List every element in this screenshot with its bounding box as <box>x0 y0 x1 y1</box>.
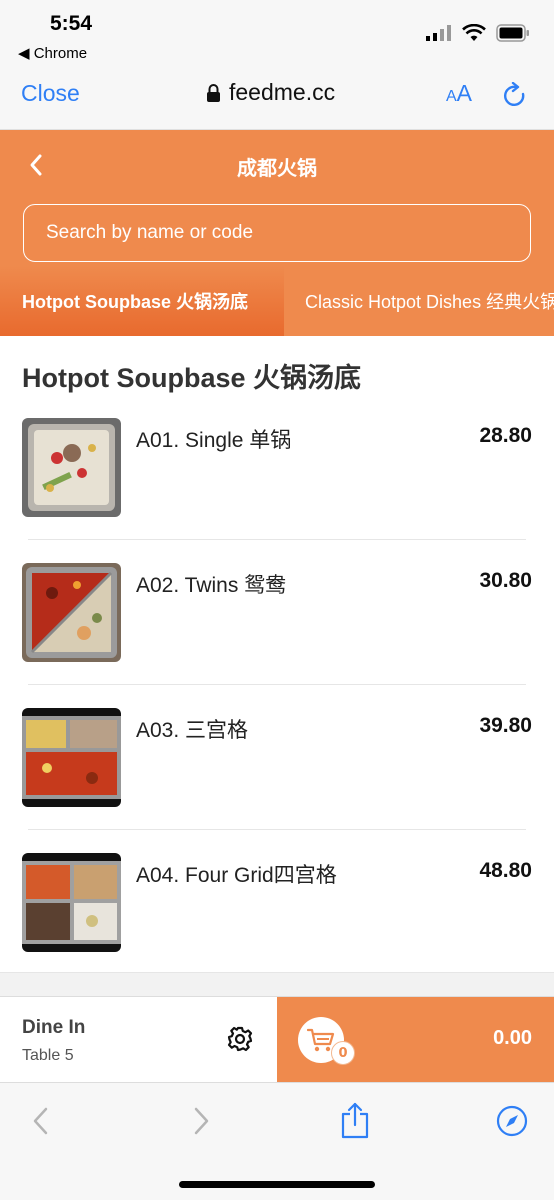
wifi-icon <box>462 24 486 41</box>
item-photo-three-grid-pot <box>22 708 121 807</box>
cart-button[interactable]: 0 0.00 <box>277 997 554 1083</box>
item-price: 39.80 <box>479 714 532 737</box>
cart-count-badge: 0 <box>331 1041 355 1065</box>
item-name: A01. Single 单锅 <box>136 429 292 452</box>
item-price: 48.80 <box>479 859 532 882</box>
order-bar: Dine In Table 5 0 0.00 <box>0 996 554 1083</box>
text-size-small-glyph: A <box>446 88 457 105</box>
category-tabs: Hotpot Soupbase 火锅汤底 Classic Hotpot Dish… <box>0 266 554 336</box>
divider <box>28 539 526 540</box>
cellular-signal-icon <box>426 25 451 41</box>
tab-hotpot-soupbase[interactable]: Hotpot Soupbase 火锅汤底 <box>0 266 284 336</box>
divider <box>28 829 526 830</box>
table-number: Table 5 <box>22 1047 74 1064</box>
text-size-big-glyph: A <box>456 80 473 106</box>
store-title: 成都火锅 <box>237 156 317 180</box>
section-title: Hotpot Soupbase 火锅汤底 <box>22 363 361 393</box>
home-indicator <box>179 1181 375 1188</box>
search-input[interactable] <box>23 204 531 262</box>
lock-icon <box>207 83 220 102</box>
tab-classic-hotpot-dishes[interactable]: Classic Hotpot Dishes 经典火锅菜 <box>284 266 554 336</box>
cart-total: 0.00 <box>493 1027 532 1049</box>
menu-item[interactable]: A01. Single 单锅 28.80 <box>0 418 554 563</box>
item-name: A02. Twins 鸳鸯 <box>136 574 287 597</box>
status-bar: 5:54 ◀ Chrome <box>0 0 554 66</box>
system-icons <box>426 24 530 42</box>
text-size-button[interactable]: AA <box>446 80 472 107</box>
order-mode: Dine In <box>22 1017 86 1038</box>
back-to-app-link[interactable]: ◀ Chrome <box>18 44 87 62</box>
clock: 5:54 <box>50 12 93 35</box>
item-photo-four-grid-pot <box>22 853 121 952</box>
item-price: 28.80 <box>479 424 532 447</box>
gear-icon[interactable] <box>226 1025 254 1053</box>
divider <box>28 684 526 685</box>
battery-icon <box>496 24 529 42</box>
compass-icon[interactable] <box>496 1105 528 1137</box>
item-name: A03. 三宫格 <box>136 719 249 742</box>
spacer <box>0 972 554 996</box>
item-price: 30.80 <box>479 569 532 592</box>
item-photo-twins-pot <box>22 563 121 662</box>
reload-icon[interactable] <box>502 82 528 110</box>
item-name: A04. Four Grid四宫格 <box>136 864 337 887</box>
forward-arrow-icon[interactable] <box>190 1105 212 1137</box>
browser-address-bar: Close feedme.cc AA <box>0 66 554 130</box>
back-arrow-icon[interactable] <box>30 1105 52 1137</box>
menu-list: A01. Single 单锅 28.80 A02. Twins 鸳鸯 30.80 <box>0 418 554 998</box>
share-icon[interactable] <box>340 1101 370 1139</box>
url-display[interactable]: feedme.cc <box>206 79 335 106</box>
item-photo-single-pot <box>22 418 121 517</box>
url-text: feedme.cc <box>229 79 336 105</box>
menu-item[interactable]: A03. 三宫格 39.80 <box>0 708 554 853</box>
close-button[interactable]: Close <box>21 80 80 107</box>
store-header: 成都火锅 Hotpot Soupbase 火锅汤底 Classic Hotpot… <box>0 130 554 336</box>
menu-item[interactable]: A02. Twins 鸳鸯 30.80 <box>0 563 554 708</box>
